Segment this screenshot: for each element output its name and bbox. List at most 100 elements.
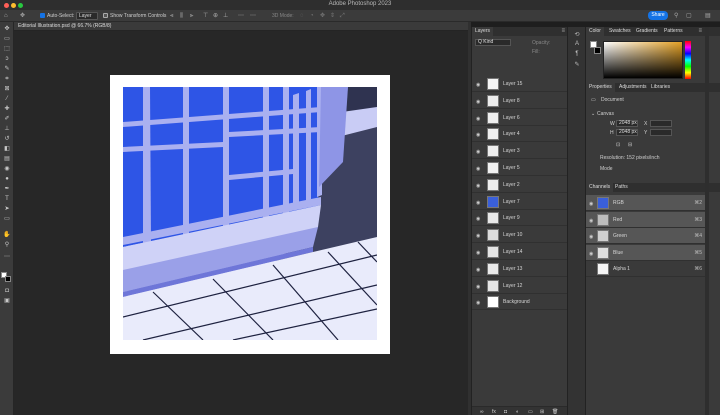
layer-row[interactable]: ◉ Layer 6	[472, 110, 568, 126]
visibility-eye-icon[interactable]: ◉	[476, 216, 480, 222]
layer-row[interactable]: ◉ Background	[472, 294, 568, 311]
tab-layers[interactable]: Layers	[472, 27, 494, 36]
document-canvas[interactable]	[110, 75, 390, 354]
auto-select-dropdown[interactable]: Layer	[76, 12, 98, 20]
lasso-tool-icon[interactable]: ↄ	[3, 56, 11, 62]
brushes-icon[interactable]: ✎	[573, 61, 581, 68]
visibility-eye-icon[interactable]: ◉	[476, 149, 480, 155]
dodge-tool-icon[interactable]: ●	[3, 176, 11, 182]
show-transform-checkbox[interactable]	[103, 13, 108, 18]
layer-row[interactable]: ◉ Layer 9	[472, 210, 568, 227]
visibility-eye-icon[interactable]: ◉	[476, 267, 480, 273]
character-icon[interactable]: A	[573, 41, 581, 48]
layer-row[interactable]: ◉ Layer 10	[472, 227, 568, 244]
tab-paths[interactable]: Paths	[612, 183, 631, 192]
adjustment-layer-icon[interactable]: ◐	[516, 409, 519, 415]
visibility-eye-icon[interactable]: ◉	[476, 99, 480, 105]
settings-icon[interactable]: ▤	[705, 13, 711, 19]
delete-layer-icon[interactable]: 🗑	[552, 409, 558, 415]
layer-row[interactable]: ◉ Layer 15	[472, 76, 568, 92]
tab-adjustments[interactable]: Adjustments	[616, 83, 650, 92]
paragraph-icon[interactable]: ¶	[573, 51, 581, 58]
hue-slider[interactable]	[685, 41, 691, 79]
visibility-eye-icon[interactable]: ◉	[476, 132, 480, 138]
quick-select-tool-icon[interactable]: ✎	[3, 66, 11, 72]
tab-color[interactable]: Color	[586, 27, 604, 36]
visibility-eye-icon[interactable]: ◉	[476, 82, 480, 88]
document-tab[interactable]: Editorial Illustration.psd @ 66.7% (RGB/…	[18, 23, 111, 30]
type-tool-icon[interactable]: T	[3, 196, 11, 202]
orientation-portrait-icon[interactable]: ⊡	[616, 142, 620, 148]
visibility-eye-icon[interactable]: ◉	[589, 218, 593, 224]
channel-row[interactable]: ◉ RGB ⌘2	[586, 195, 705, 211]
visibility-eye-icon[interactable]: ◉	[589, 234, 593, 240]
3d-slide-icon[interactable]: ⇕	[330, 13, 336, 19]
visibility-eye-icon[interactable]: ◉	[476, 116, 480, 122]
zoom-tool-icon[interactable]: ⚲	[3, 242, 11, 248]
more-tools-icon[interactable]: ⋯	[3, 254, 11, 260]
panel-menu-icon[interactable]: ≡	[561, 28, 565, 34]
visibility-eye-icon[interactable]: ◉	[476, 200, 480, 206]
home-icon[interactable]: ⌂	[4, 13, 10, 19]
frame-tool-icon[interactable]: ⊠	[3, 86, 11, 92]
marquee-tool-icon[interactable]: ⬚	[3, 46, 11, 52]
layer-row[interactable]: ◉ Layer 13	[472, 261, 568, 277]
tab-patterns[interactable]: Patterns	[661, 27, 686, 36]
channel-row[interactable]: ◉ Green ⌘4	[586, 228, 705, 244]
tab-libraries[interactable]: Libraries	[648, 83, 673, 92]
path-select-tool-icon[interactable]: ➤	[3, 206, 11, 212]
add-mask-icon[interactable]: ◘	[504, 409, 507, 415]
align-top-icon[interactable]: ⊤	[203, 13, 209, 19]
tab-gradients[interactable]: Gradients	[633, 27, 661, 36]
visibility-eye-icon[interactable]: ◉	[476, 250, 480, 256]
gradient-tool-icon[interactable]: ▤	[3, 156, 11, 162]
layer-row[interactable]: ◉ Layer 12	[472, 278, 568, 294]
visibility-eye-icon[interactable]: ◉	[476, 183, 480, 189]
distribute-icon[interactable]: ⋯	[238, 13, 244, 19]
layer-kind-filter[interactable]: Q Kind	[475, 39, 511, 46]
screen-mode-icon[interactable]: ▣	[3, 298, 11, 304]
history-brush-tool-icon[interactable]: ↺	[3, 136, 11, 142]
move-tool-icon[interactable]: ✥	[3, 26, 11, 32]
auto-select-checkbox[interactable]	[40, 13, 45, 18]
visibility-eye-icon[interactable]: ◉	[589, 201, 593, 207]
background-color-swatch[interactable]	[594, 47, 601, 54]
visibility-eye-icon[interactable]: ◉	[476, 284, 480, 290]
eyedropper-tool-icon[interactable]: ⁄	[3, 96, 11, 102]
3d-pan-icon[interactable]: ✥	[320, 13, 326, 19]
x-field[interactable]	[650, 120, 672, 127]
workspace-icon[interactable]: ▢	[686, 13, 692, 19]
new-layer-icon[interactable]: ⊞	[540, 409, 544, 415]
visibility-eye-icon[interactable]: ◉	[476, 300, 480, 306]
layer-style-icon[interactable]: fx	[492, 409, 496, 415]
layer-row[interactable]: ◉ Layer 3	[472, 143, 568, 160]
3d-roll-icon[interactable]: ◔	[310, 13, 316, 19]
share-button[interactable]: Share	[648, 11, 668, 20]
artboard-tool-icon[interactable]: ▭	[3, 36, 11, 42]
y-field[interactable]	[650, 129, 672, 136]
channel-row[interactable]: Alpha 1 ⌘6	[586, 261, 705, 277]
width-field[interactable]: 2048 px	[616, 120, 638, 127]
quick-mask-icon[interactable]: ◘	[3, 288, 11, 294]
right-panel-scrollbar[interactable]	[705, 27, 709, 415]
visibility-eye-icon[interactable]: ◉	[476, 166, 480, 172]
align-center-icon[interactable]: ⫼	[180, 13, 186, 19]
tab-properties[interactable]: Properties	[586, 83, 615, 92]
height-field[interactable]: 2048 px	[616, 129, 638, 136]
layer-row[interactable]: ◉ Layer 8	[472, 93, 568, 109]
layer-row[interactable]: ◉ Layer 14	[472, 244, 568, 260]
color-panel-menu-icon[interactable]: ≡	[698, 28, 702, 34]
more-options-icon[interactable]: ⋯	[250, 13, 256, 19]
channel-row[interactable]: ◉ Blue ⌘5	[586, 244, 705, 261]
history-icon[interactable]: ⟲	[573, 31, 581, 38]
hand-tool-icon[interactable]: ✋	[3, 232, 11, 238]
align-middle-icon[interactable]: ⊕	[213, 13, 219, 19]
move-tool-icon[interactable]: ✥	[20, 13, 26, 19]
layer-row[interactable]: ◉ Layer 7	[472, 194, 568, 210]
spot-healing-tool-icon[interactable]: ✚	[3, 106, 11, 112]
color-field[interactable]	[603, 41, 683, 79]
layer-row[interactable]: ◉ Layer 4	[472, 126, 568, 143]
align-left-icon[interactable]: ⫷	[170, 13, 176, 19]
channel-row[interactable]: ◉ Red ⌘3	[586, 211, 705, 228]
brush-tool-icon[interactable]: ✐	[3, 116, 11, 122]
